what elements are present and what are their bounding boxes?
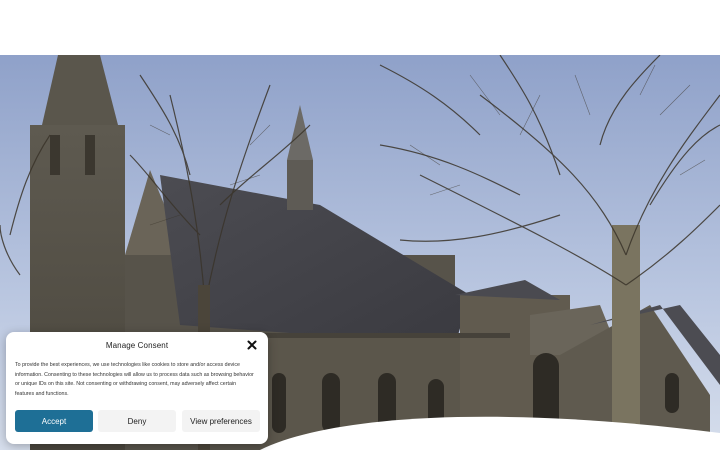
- consent-title: Manage Consent: [105, 341, 169, 350]
- close-icon[interactable]: [245, 338, 259, 352]
- view-preferences-button[interactable]: View preferences: [182, 410, 260, 432]
- consent-description: To provide the best experiences, we use …: [15, 362, 254, 397]
- deny-button[interactable]: Deny: [98, 410, 176, 432]
- cookie-consent-dialog: Manage Consent To provide the best exper…: [6, 332, 268, 444]
- accept-button[interactable]: Accept: [15, 410, 93, 432]
- site-header: [0, 0, 720, 55]
